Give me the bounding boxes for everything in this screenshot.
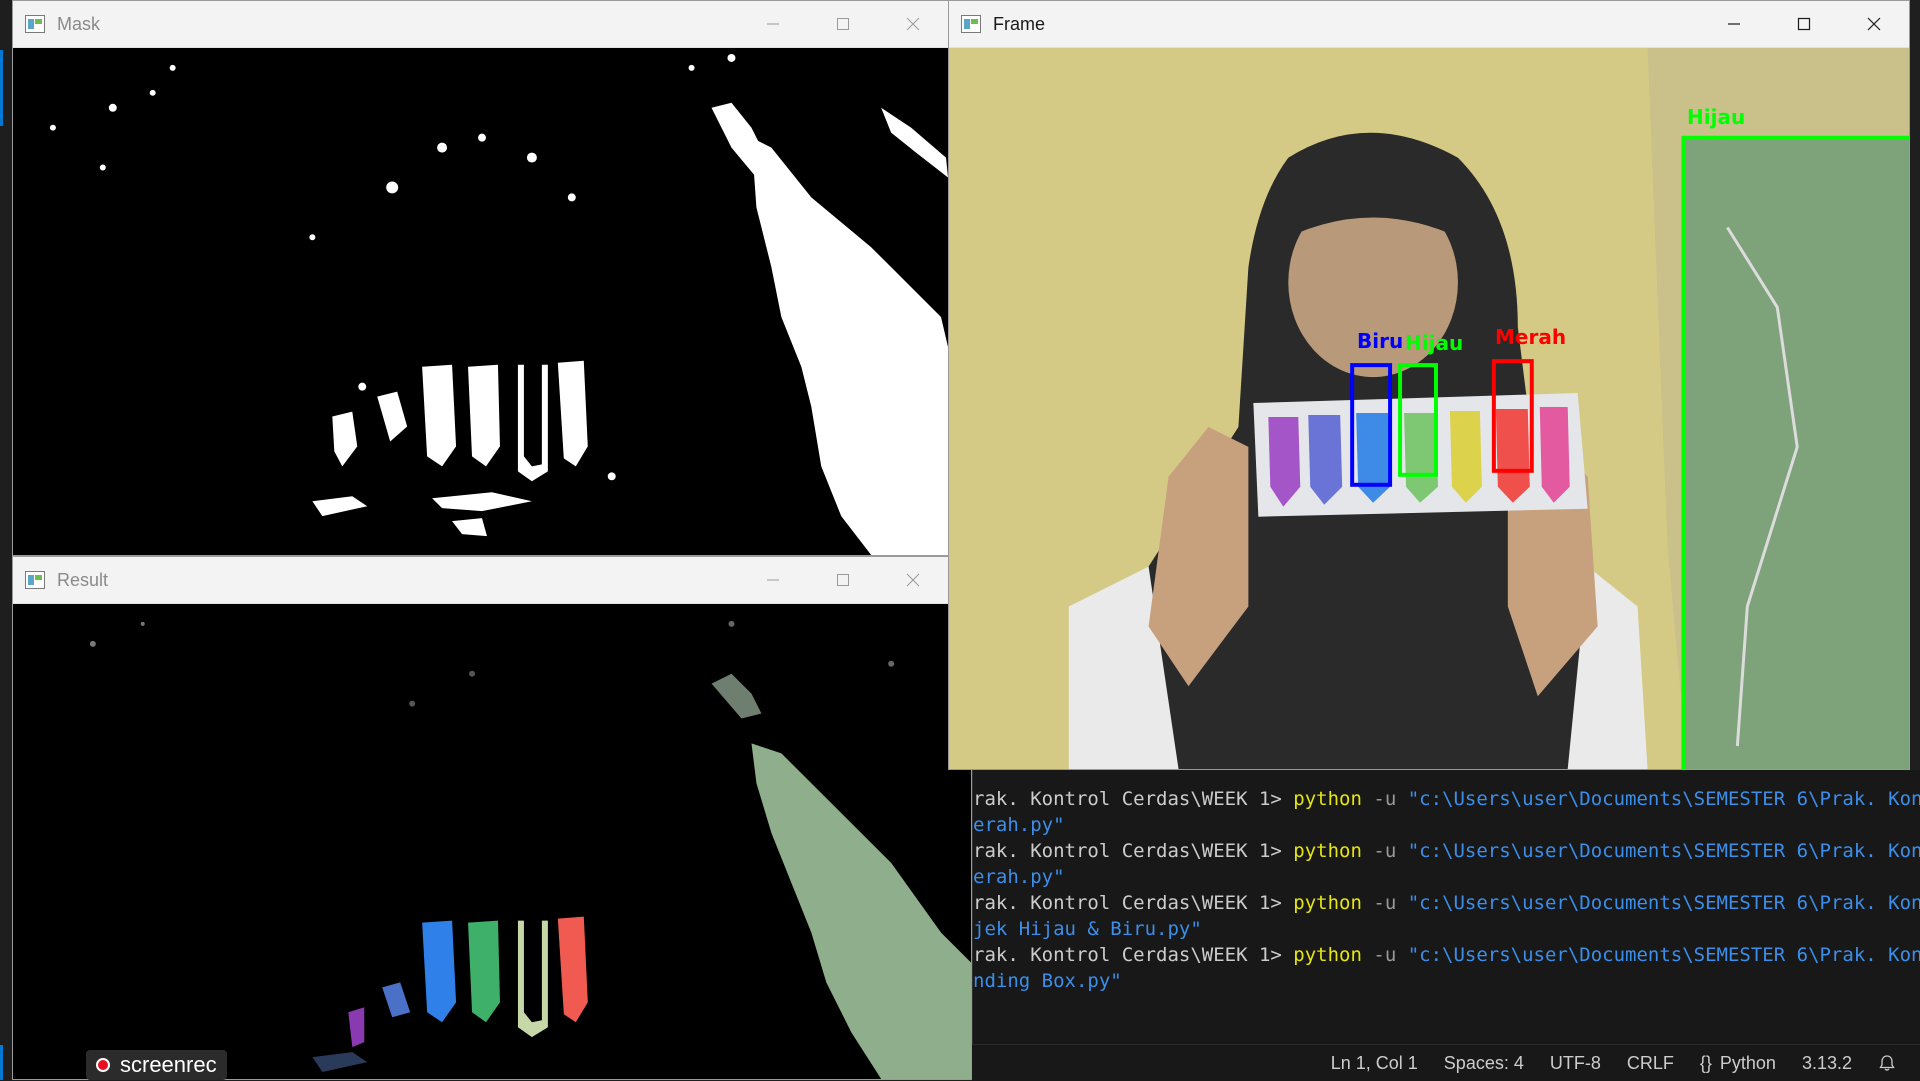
cursor-position[interactable]: Ln 1, Col 1: [1331, 1053, 1418, 1074]
bell-icon[interactable]: [1878, 1054, 1896, 1072]
screen-recorder-badge: screenrec: [86, 1050, 227, 1080]
language-label: Python: [1719, 1052, 1776, 1073]
window-title: Frame: [993, 13, 1046, 34]
close-button[interactable]: [1839, 1, 1909, 47]
window-title: Result: [57, 569, 109, 590]
minimize-button[interactable]: [738, 1, 808, 47]
detection-label-merah: Merah: [1495, 325, 1567, 349]
opencv-window-icon: [961, 15, 981, 33]
terminal-line: rak. Kontrol Cerdas\WEEK 1> python -u "c…: [973, 892, 1920, 914]
terminal-line: jek Hijau & Biru.py": [973, 918, 1202, 940]
result-window[interactable]: Result: [12, 556, 972, 1080]
background-edge: [0, 0, 12, 1080]
language-mode[interactable]: {} Python: [1700, 1053, 1776, 1074]
close-button[interactable]: [878, 1, 948, 47]
status-bar: Ln 1, Col 1 Spaces: 4 UTF-8 CRLF {} Pyth…: [972, 1044, 1920, 1081]
terminal-line: rak. Kontrol Cerdas\WEEK 1> python -u "c…: [973, 944, 1920, 966]
mask-titlebar[interactable]: Mask: [13, 1, 948, 48]
terminal-line: nding Box.py": [973, 970, 1122, 992]
terminal-line: erah.py": [973, 866, 1065, 888]
line-ending[interactable]: CRLF: [1627, 1053, 1674, 1074]
opencv-window-icon: [25, 571, 45, 589]
taskbar-accent: [0, 50, 3, 126]
mask-window[interactable]: Mask: [12, 0, 949, 556]
maximize-button[interactable]: [1769, 1, 1839, 47]
braces-icon: {}: [1699, 1052, 1712, 1073]
mask-image: [13, 48, 948, 555]
terminal-line: erah.py": [973, 814, 1065, 836]
terminal-line: rak. Kontrol Cerdas\WEEK 1> python -u "c…: [973, 840, 1920, 862]
opencv-window-icon: [25, 15, 45, 33]
detection-label-biru: Biru: [1357, 329, 1404, 353]
window-title: Mask: [57, 13, 101, 34]
frame-window[interactable]: Frame Biru Hijau Merah Hijau: [948, 0, 1910, 770]
record-icon: [96, 1058, 110, 1072]
indentation[interactable]: Spaces: 4: [1444, 1053, 1524, 1074]
maximize-button[interactable]: [808, 1, 878, 47]
taskbar-accent: [0, 1045, 3, 1080]
detection-label-hijau-large: Hijau: [1687, 105, 1746, 129]
encoding[interactable]: UTF-8: [1550, 1053, 1601, 1074]
minimize-button[interactable]: [1699, 1, 1769, 47]
maximize-button[interactable]: [808, 557, 878, 603]
close-button[interactable]: [878, 557, 948, 603]
terminal-line: rak. Kontrol Cerdas\WEEK 1> python -u "c…: [973, 788, 1920, 810]
result-image: [13, 604, 971, 1079]
frame-titlebar[interactable]: Frame: [949, 1, 1909, 48]
recorder-label: screenrec: [120, 1052, 217, 1077]
result-titlebar[interactable]: Result: [13, 557, 971, 604]
minimize-button[interactable]: [738, 557, 808, 603]
python-version[interactable]: 3.13.2: [1802, 1053, 1852, 1074]
camera-frame: [949, 48, 1909, 769]
detection-label-hijau: Hijau: [1405, 331, 1464, 355]
terminal-panel[interactable]: rak. Kontrol Cerdas\WEEK 1> python -u "c…: [972, 770, 1920, 1044]
